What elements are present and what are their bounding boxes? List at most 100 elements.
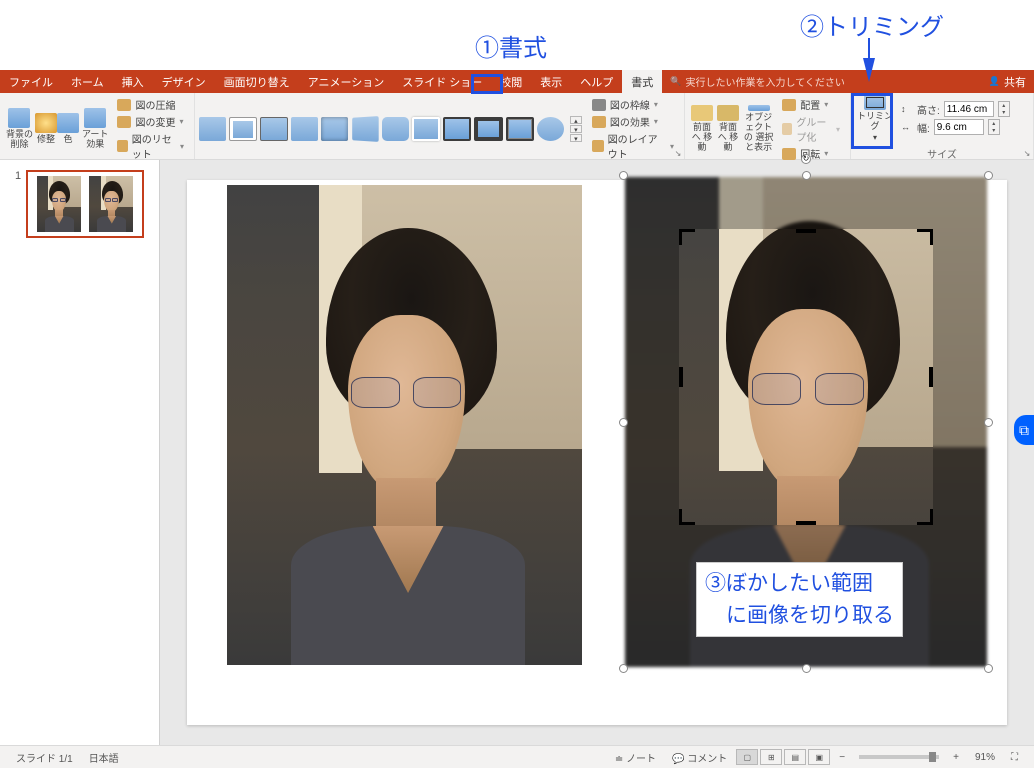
- tab-file[interactable]: ファイル: [0, 70, 62, 93]
- view-slideshow-button[interactable]: ▣: [808, 749, 830, 765]
- crop-handle-right[interactable]: [929, 367, 933, 387]
- resize-handle-tl[interactable]: [619, 171, 628, 180]
- change-picture[interactable]: 図の変更▾: [117, 114, 184, 129]
- picture-style-7[interactable]: [382, 117, 409, 141]
- picture-layout[interactable]: 図のレイアウト▾: [592, 131, 674, 161]
- picture-effects[interactable]: 図の効果▾: [592, 114, 674, 129]
- picture-style-6[interactable]: [353, 116, 380, 142]
- selection-pane-button[interactable]: オブジェクトの 選択と表示: [741, 105, 776, 153]
- status-slide-number: スライド 1/1: [8, 750, 81, 765]
- picture-style-11[interactable]: [506, 117, 534, 141]
- picture-style-2[interactable]: [229, 117, 257, 141]
- rotate-handle[interactable]: [801, 154, 811, 164]
- slide-canvas-area[interactable]: [160, 160, 1034, 745]
- annotation-3-crop-instruction: ③ぼかしたい範囲 に画像を切り取る: [696, 562, 903, 637]
- crop-handle-bottom[interactable]: [796, 521, 816, 525]
- crop-handle-tl[interactable]: [679, 229, 695, 245]
- artistic-effects-button[interactable]: アート効果: [79, 105, 112, 153]
- annotation-2-arrow: [863, 58, 875, 82]
- height-spin-up[interactable]: ▴: [999, 102, 1009, 109]
- send-backward-button[interactable]: 背面へ 移動: [715, 105, 741, 153]
- picture-style-3[interactable]: [260, 117, 288, 141]
- picture-style-5[interactable]: [321, 117, 348, 141]
- tab-home[interactable]: ホーム: [62, 70, 113, 93]
- zoom-slider[interactable]: [859, 755, 939, 759]
- workspace: 1: [0, 160, 1034, 745]
- tab-format[interactable]: 書式: [622, 70, 662, 93]
- view-normal-button[interactable]: ▢: [736, 749, 758, 765]
- reset-picture[interactable]: 図のリセット▾: [117, 131, 184, 161]
- annotation-3-line2: に画像を切り取る: [705, 600, 894, 632]
- tab-insert[interactable]: 挿入: [113, 70, 153, 93]
- tab-design[interactable]: デザイン: [153, 70, 215, 93]
- picture-style-12[interactable]: [537, 117, 564, 141]
- picture-style-8[interactable]: [412, 117, 440, 141]
- rotate-button[interactable]: 回転▾: [782, 146, 840, 161]
- view-sorter-button[interactable]: ⊞: [760, 749, 782, 765]
- styles-dialog-launcher[interactable]: ↘: [673, 148, 683, 158]
- picture-style-4[interactable]: [291, 117, 318, 141]
- annotation-3-line1: ③ぼかしたい範囲: [705, 568, 894, 600]
- bring-forward-button[interactable]: 前面へ 移動: [689, 105, 715, 153]
- resize-handle-br[interactable]: [984, 664, 993, 673]
- tell-me-search[interactable]: 実行したい作業を入力してください: [670, 74, 845, 89]
- slide: [187, 180, 1007, 725]
- resize-handle-tc[interactable]: [802, 171, 811, 180]
- thumbnail-panel: 1: [0, 160, 160, 745]
- width-spin-down[interactable]: ▾: [989, 127, 999, 134]
- zoom-in-button[interactable]: +: [945, 752, 967, 763]
- group-button: グループ化▾: [782, 114, 840, 144]
- comments-button[interactable]: 💬 コメント: [664, 750, 735, 765]
- crop-frame[interactable]: [679, 229, 933, 525]
- status-bar: スライド 1/1 日本語 ≐ ノート 💬 コメント ▢ ⊞ ▤ ▣ − + 91…: [0, 745, 1034, 768]
- dropbox-icon[interactable]: ⧉: [1014, 415, 1034, 445]
- compress-pictures[interactable]: 図の圧縮: [117, 97, 184, 112]
- trimming-button[interactable]: トリミング ▾: [855, 95, 895, 143]
- resize-handle-tr[interactable]: [984, 171, 993, 180]
- tab-slideshow[interactable]: スライド ショー: [393, 70, 491, 93]
- tab-view[interactable]: 表示: [531, 70, 571, 93]
- notes-button[interactable]: ≐ ノート: [607, 750, 664, 765]
- crop-handle-left[interactable]: [679, 367, 683, 387]
- tab-animations[interactable]: アニメーション: [299, 70, 394, 93]
- resize-handle-mr[interactable]: [984, 418, 993, 427]
- status-language[interactable]: 日本語: [81, 750, 127, 765]
- resize-handle-ml[interactable]: [619, 418, 628, 427]
- picture-border[interactable]: 図の枠線▾: [592, 97, 674, 112]
- picture-style-9[interactable]: [443, 117, 471, 141]
- crop-handle-tr[interactable]: [917, 229, 933, 245]
- menu-bar: ファイル ホーム 挿入 デザイン 画面切り替え アニメーション スライド ショー…: [0, 70, 1034, 93]
- width-spin-up[interactable]: ▴: [989, 120, 999, 127]
- crop-handle-top[interactable]: [796, 229, 816, 233]
- share-button[interactable]: 共有: [989, 74, 1026, 90]
- resize-handle-bc[interactable]: [802, 664, 811, 673]
- annotation-1-format: ①書式: [475, 28, 547, 63]
- image-left[interactable]: [227, 185, 582, 665]
- slide-thumbnail-1[interactable]: [26, 170, 144, 238]
- slide-number: 1: [15, 170, 21, 238]
- ribbon: 背景の 削除 修整 色 アート効果 図の圧縮 図の変更▾ 図のリセット▾ 調整: [0, 93, 1034, 160]
- fit-to-window-button[interactable]: ⛶: [1003, 752, 1026, 763]
- tab-transitions[interactable]: 画面切り替え: [215, 70, 299, 93]
- zoom-level[interactable]: 91%: [967, 752, 1003, 763]
- remove-background-button[interactable]: 背景の 削除: [4, 105, 35, 153]
- crop-handle-bl[interactable]: [679, 509, 695, 525]
- size-dialog-launcher[interactable]: ↘: [1022, 148, 1032, 158]
- height-spin-down[interactable]: ▾: [999, 109, 1009, 116]
- tab-review[interactable]: 校閲: [491, 70, 531, 93]
- height-input[interactable]: [944, 101, 994, 117]
- tab-help[interactable]: ヘルプ: [571, 70, 622, 93]
- width-input[interactable]: [934, 119, 984, 135]
- corrections-button[interactable]: 修整: [35, 105, 57, 153]
- style-gallery-down[interactable]: ▾: [570, 125, 582, 133]
- color-button[interactable]: 色: [57, 105, 79, 153]
- style-gallery-up[interactable]: ▴: [570, 116, 582, 124]
- view-reading-button[interactable]: ▤: [784, 749, 806, 765]
- picture-style-10[interactable]: [474, 117, 503, 141]
- align-button[interactable]: 配置▾: [782, 97, 840, 112]
- style-gallery-more[interactable]: ▾: [570, 134, 582, 142]
- picture-style-1[interactable]: [199, 117, 226, 141]
- zoom-out-button[interactable]: −: [831, 752, 853, 763]
- crop-handle-br[interactable]: [917, 509, 933, 525]
- resize-handle-bl[interactable]: [619, 664, 628, 673]
